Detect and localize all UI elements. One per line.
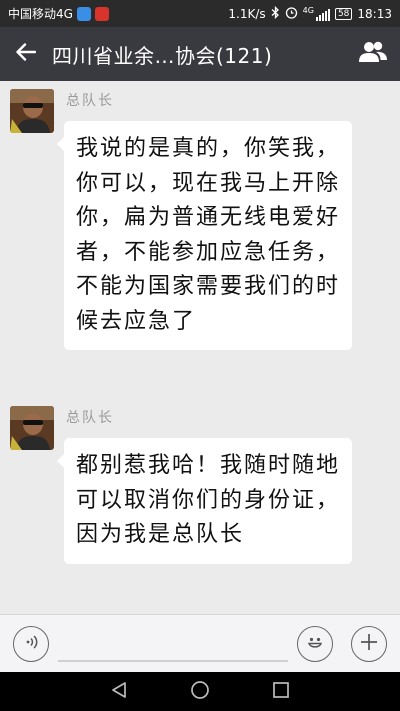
bluetooth-icon <box>271 5 280 22</box>
back-triangle-icon <box>110 681 128 703</box>
status-bar: 中国移动4G 1.1K/s 4G 58 18:13 <box>0 0 400 27</box>
voice-icon <box>22 633 40 655</box>
avatar[interactable] <box>10 89 54 133</box>
message-bubble[interactable]: 我说的是真的，你笑我，你可以，现在我马上开除你，扁为普通无线电爱好者，不能参加应… <box>57 121 352 350</box>
network-speed: 1.1K/s <box>228 6 266 21</box>
home-circle-icon <box>190 680 210 704</box>
chat-title: 四川省业余…协会(121) <box>52 43 273 68</box>
voice-button[interactable] <box>13 626 49 662</box>
sender-name: 总队长 <box>66 410 114 426</box>
sender-name: 总队长 <box>66 93 114 109</box>
recents-square-icon <box>272 681 290 703</box>
group-info-button[interactable] <box>346 27 400 81</box>
avatar[interactable] <box>10 406 54 450</box>
input-bar <box>0 614 400 672</box>
network-type: 4G <box>302 5 314 15</box>
system-navigation-bar <box>0 672 400 711</box>
message-input[interactable] <box>58 660 288 662</box>
nav-back-button[interactable] <box>99 672 139 711</box>
arrow-left-icon <box>16 43 37 65</box>
clock: 18:13 <box>357 6 392 21</box>
emoji-button[interactable] <box>297 626 333 662</box>
news-app-icon <box>94 6 109 21</box>
message-list[interactable]: 总队长 我说的是真的，你笑我，你可以，现在我马上开除你，扁为普通无线电爱好者，不… <box>0 81 400 614</box>
battery-icon: 58 <box>334 7 353 20</box>
app-notification-icon <box>76 6 91 21</box>
group-members-icon <box>358 41 388 67</box>
back-button[interactable] <box>0 27 52 81</box>
plus-icon <box>359 632 379 656</box>
carrier-label: 中国移动4G <box>8 7 73 21</box>
emoji-icon <box>304 631 326 657</box>
signal-icon: 4G <box>302 5 330 21</box>
alarm-icon <box>285 6 298 22</box>
more-button[interactable] <box>351 626 387 662</box>
chat-header: 四川省业余…协会(121) <box>0 27 400 81</box>
nav-recents-button[interactable] <box>261 672 301 711</box>
nav-home-button[interactable] <box>180 672 220 711</box>
message-bubble[interactable]: 都别惹我哈！我随时随地可以取消你们的身份证，因为我是总队长 <box>57 438 352 564</box>
battery-level: 58 <box>337 8 350 19</box>
